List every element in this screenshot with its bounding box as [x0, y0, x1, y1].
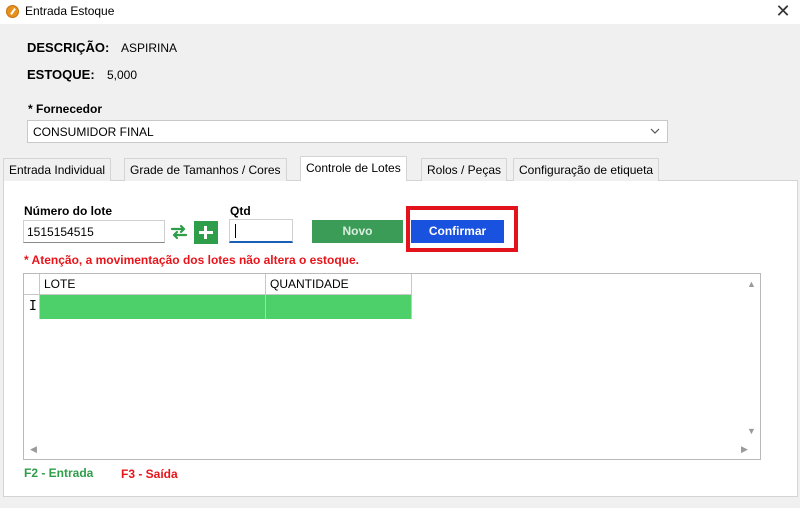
tab-bar: Entrada Individual Grade de Tamanhos / C… [3, 156, 798, 182]
column-header-quantidade[interactable]: QUANTIDADE [266, 274, 412, 295]
estoque-label: ESTOQUE: [27, 67, 95, 82]
close-icon[interactable]: ✕ [772, 1, 794, 23]
scroll-left-icon[interactable]: ◀ [30, 444, 37, 455]
tab-configuracao-etiqueta[interactable]: Configuração de etiqueta [513, 158, 660, 181]
text-cursor-icon: I [29, 299, 37, 314]
novo-button[interactable]: Novo [312, 220, 403, 243]
vertical-scrollbar[interactable]: ▲ ▼ [743, 274, 760, 441]
fornecedor-selected-value: CONSUMIDOR FINAL [33, 125, 154, 139]
cell-quantidade[interactable] [266, 295, 412, 319]
plus-icon[interactable] [194, 221, 218, 244]
lotes-grid[interactable]: LOTE QUANTIDADE I ▲ ▼ ◀ ▶ [23, 273, 761, 460]
grid-header-indicator [24, 274, 40, 295]
numero-lote-input[interactable]: 1515154515 [23, 220, 165, 243]
shortcut-f2-entrada: F2 - Entrada [24, 466, 94, 480]
estoque-value: 5,000 [107, 68, 138, 82]
chevron-down-icon [650, 128, 660, 134]
scroll-up-icon[interactable]: ▲ [747, 279, 756, 289]
descricao-label: DESCRIÇÃO: [27, 40, 110, 55]
title-bar: Entrada Estoque ✕ [0, 0, 800, 24]
row-indicator: I [24, 295, 40, 319]
lotes-warning-text: * Atenção, a movimentação dos lotes não … [24, 253, 359, 267]
column-header-lote[interactable]: LOTE [40, 274, 266, 295]
horizontal-scrollbar[interactable]: ◀ ▶ [24, 441, 748, 459]
window-title: Entrada Estoque [25, 4, 115, 18]
tab-entrada-individual[interactable]: Entrada Individual [3, 158, 112, 181]
tab-grade-tamanhos-cores[interactable]: Grade de Tamanhos / Cores [124, 158, 287, 181]
grid-header: LOTE QUANTIDADE [24, 274, 412, 295]
table-row[interactable]: I [24, 295, 412, 319]
fornecedor-label: * Fornecedor [28, 102, 103, 116]
tab-controle-lotes[interactable]: Controle de Lotes [300, 156, 407, 182]
qtd-label: Qtd [230, 204, 251, 218]
numero-lote-label: Número do lote [24, 204, 113, 218]
scroll-down-icon[interactable]: ▼ [747, 426, 756, 436]
confirmar-button[interactable]: Confirmar [411, 220, 504, 243]
cell-lote[interactable] [40, 295, 266, 319]
text-caret [235, 224, 236, 238]
qtd-input[interactable] [229, 219, 293, 243]
fornecedor-select[interactable]: CONSUMIDOR FINAL [27, 120, 668, 143]
swap-icon[interactable] [169, 222, 189, 242]
shortcut-f3-saida: F3 - Saída [121, 467, 178, 481]
app-icon [6, 5, 19, 18]
descricao-value: ASPIRINA [121, 41, 178, 55]
scroll-right-icon[interactable]: ▶ [741, 444, 748, 455]
tab-rolos-pecas[interactable]: Rolos / Peças [421, 158, 508, 181]
